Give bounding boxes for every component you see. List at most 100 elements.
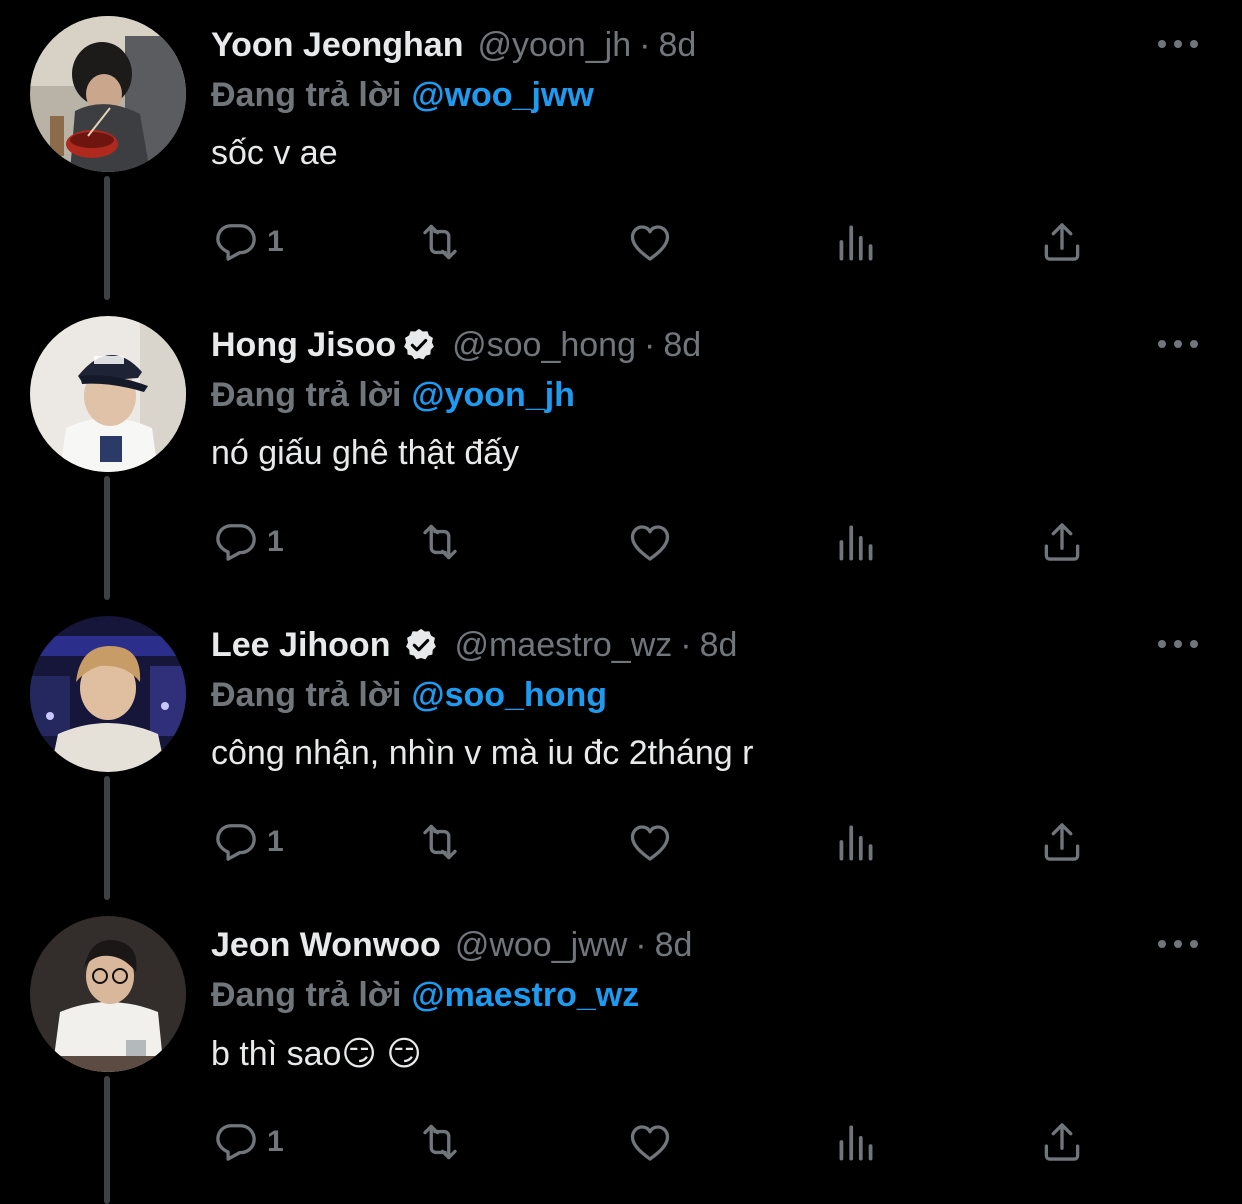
thread-connector-line <box>104 776 110 900</box>
reply-button[interactable]: 1 <box>211 816 284 868</box>
tweet-actions: 1 <box>211 1116 1111 1168</box>
thread-connector-line <box>104 476 110 600</box>
timestamp[interactable]: 8d <box>655 926 693 965</box>
avatar[interactable] <box>30 316 186 472</box>
views-button[interactable] <box>831 216 881 268</box>
retweet-button[interactable] <box>415 516 465 568</box>
tweet-actions: 1 <box>211 816 1111 868</box>
retweet-icon <box>423 224 457 260</box>
like-button[interactable] <box>625 516 675 568</box>
tweet-actions: 1 <box>211 216 1111 268</box>
share-button[interactable] <box>1037 1116 1087 1168</box>
retweet-button[interactable] <box>415 816 465 868</box>
reply-count: 1 <box>267 225 284 258</box>
retweet-button[interactable] <box>415 1116 465 1168</box>
share-button[interactable] <box>1037 216 1087 268</box>
more-options-icon[interactable] <box>1158 334 1198 354</box>
reply-button[interactable]: 1 <box>211 516 284 568</box>
profile-photo-icon <box>30 16 186 172</box>
share-icon <box>1044 523 1080 561</box>
views-button[interactable] <box>831 816 881 868</box>
like-icon <box>630 1125 670 1161</box>
tweet-1[interactable]: Yoon Jeonghan @yoon_jh · 8d Đang trả lời… <box>0 0 1242 300</box>
avatar[interactable] <box>30 916 186 1072</box>
tweet-3[interactable]: Lee Jihoon @maestro_wz · 8d Đang trả lời… <box>0 600 1242 900</box>
timestamp[interactable]: 8d <box>663 326 701 365</box>
retweet-icon <box>423 524 457 560</box>
profile-photo-icon <box>30 316 186 472</box>
replying-to: Đang trả lời @maestro_wz <box>211 972 639 1018</box>
share-icon <box>1044 223 1080 261</box>
user-handle[interactable]: @yoon_jh <box>477 26 631 65</box>
separator-dot: · <box>635 925 647 964</box>
like-button[interactable] <box>625 816 675 868</box>
like-icon <box>630 825 670 861</box>
avatar[interactable] <box>30 616 186 772</box>
profile-photo-icon <box>30 916 186 1072</box>
separator-dot: · <box>644 325 656 364</box>
replying-to-label: Đang trả lời <box>211 75 402 114</box>
tweet-header: Yoon Jeonghan @yoon_jh · 8d <box>211 22 696 68</box>
replying-to-handle[interactable]: @yoon_jh <box>411 376 575 415</box>
views-icon <box>839 1125 873 1161</box>
retweet-button[interactable] <box>415 216 465 268</box>
views-button[interactable] <box>831 1116 881 1168</box>
more-options-icon[interactable] <box>1158 934 1198 954</box>
share-button[interactable] <box>1037 816 1087 868</box>
avatar[interactable] <box>30 16 186 172</box>
views-icon <box>839 525 873 561</box>
separator-dot: · <box>639 25 651 64</box>
reply-count: 1 <box>267 525 284 558</box>
tweet-text: b thì sao😏 😏 <box>211 1035 422 1073</box>
thread-connector-line <box>104 1076 110 1204</box>
views-button[interactable] <box>831 516 881 568</box>
user-handle[interactable]: @maestro_wz <box>454 626 672 665</box>
reply-icon <box>216 524 256 561</box>
replying-to-handle[interactable]: @maestro_wz <box>411 976 639 1015</box>
reply-button[interactable]: 1 <box>211 1116 284 1168</box>
tweet-text: nó giấu ghê thật đấy <box>211 434 520 472</box>
reply-count: 1 <box>267 1125 284 1158</box>
replying-to-label: Đang trả lời <box>211 975 402 1014</box>
display-name[interactable]: Lee Jihoon <box>211 626 390 665</box>
replying-to: Đang trả lời @yoon_jh <box>211 372 575 418</box>
more-options-icon[interactable] <box>1158 634 1198 654</box>
tweet-4[interactable]: Jeon Wonwoo @woo_jww · 8d Đang trả lời @… <box>0 900 1242 1204</box>
timestamp[interactable]: 8d <box>700 626 738 665</box>
separator-dot: · <box>680 625 692 664</box>
replying-to: Đang trả lời @woo_jww <box>211 72 594 118</box>
display-name[interactable]: Yoon Jeonghan <box>211 26 463 65</box>
verified-badge-icon <box>404 328 434 360</box>
like-button[interactable] <box>625 1116 675 1168</box>
more-options-icon[interactable] <box>1158 34 1198 54</box>
views-icon <box>839 825 873 861</box>
replying-to-handle[interactable]: @woo_jww <box>411 76 593 115</box>
tweet-header: Jeon Wonwoo @woo_jww · 8d <box>211 922 692 968</box>
thread-connector-line <box>104 176 110 300</box>
reply-icon <box>216 824 256 861</box>
share-icon <box>1044 1123 1080 1161</box>
reply-count: 1 <box>267 825 284 858</box>
like-button[interactable] <box>625 216 675 268</box>
user-handle[interactable]: @soo_hong <box>452 326 636 365</box>
share-button[interactable] <box>1037 516 1087 568</box>
share-icon <box>1044 823 1080 861</box>
display-name[interactable]: Jeon Wonwoo <box>211 926 441 965</box>
display-name[interactable]: Hong Jisoo <box>211 326 396 365</box>
like-icon <box>630 525 670 561</box>
views-icon <box>839 225 873 261</box>
reply-icon <box>216 1124 256 1161</box>
verified-badge-icon <box>406 628 437 660</box>
reply-button[interactable]: 1 <box>211 216 284 268</box>
tweet-2[interactable]: Hong Jisoo @soo_hong · 8d Đang trả lời @… <box>0 300 1242 600</box>
replying-to: Đang trả lời @soo_hong <box>211 672 607 718</box>
tweet-header: Lee Jihoon @maestro_wz · 8d <box>211 622 737 668</box>
reply-thread: Yoon Jeonghan @yoon_jh · 8d Đang trả lời… <box>0 0 1242 1204</box>
replying-to-handle[interactable]: @soo_hong <box>411 676 607 715</box>
tweet-header: Hong Jisoo @soo_hong · 8d <box>211 322 701 368</box>
replying-to-label: Đang trả lời <box>211 375 402 414</box>
user-handle[interactable]: @woo_jww <box>455 926 627 965</box>
timestamp[interactable]: 8d <box>658 26 696 65</box>
retweet-icon <box>423 1124 457 1160</box>
tweet-text: sốc v ae <box>211 134 338 172</box>
